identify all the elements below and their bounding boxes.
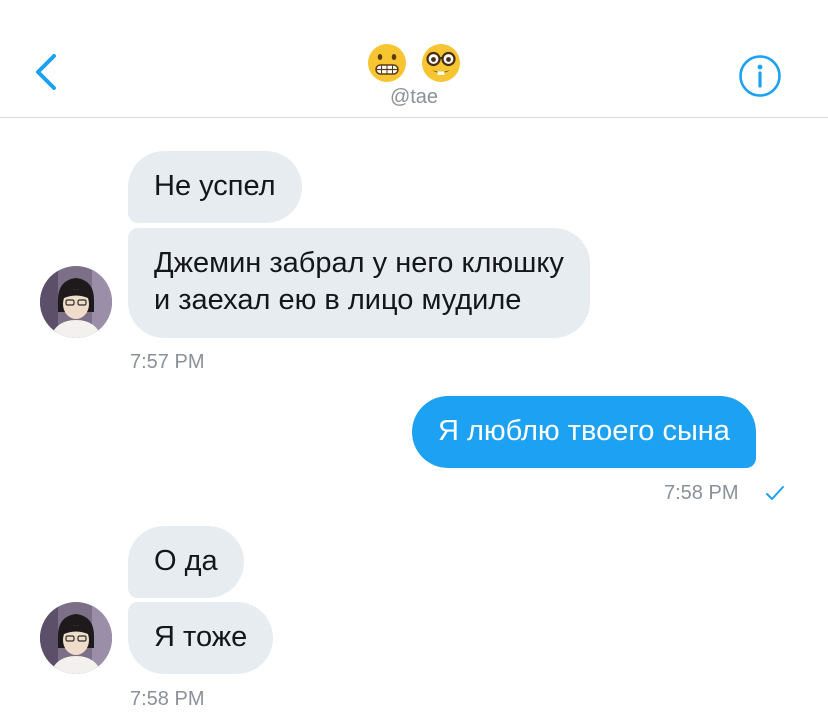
message-timestamp: 7:58 PM	[664, 482, 739, 504]
avatar-photo	[40, 602, 112, 674]
message-text: Я тоже	[154, 621, 248, 653]
message-bubble-incoming[interactable]: Джемин забрал у него клюшку и заехал ею …	[128, 228, 590, 338]
message-text: Я люблю твоего сына	[438, 415, 730, 447]
message-bubble-incoming[interactable]: О да	[128, 526, 244, 598]
avatar-photo	[40, 266, 112, 338]
avatar[interactable]	[40, 602, 112, 674]
message-timestamp: 7:57 PM	[130, 351, 205, 373]
conversation-header: @tae	[0, 0, 828, 118]
message-bubble-outgoing[interactable]: Я люблю твоего сына	[412, 396, 756, 468]
message-bubble-incoming[interactable]: Не успел	[128, 151, 302, 223]
message-bubble-incoming[interactable]: Я тоже	[128, 602, 274, 674]
message-text-line: и заехал ею в лицо мудиле	[154, 284, 522, 316]
message-text: Не успел	[154, 170, 276, 202]
conversation-handle: @tae	[389, 86, 439, 108]
nerd-face-icon	[422, 43, 461, 82]
message-text-line: Джемин забрал у него клюшку	[154, 247, 564, 279]
message-text: О да	[154, 545, 218, 577]
grimacing-face-icon	[367, 43, 406, 82]
info-button[interactable]	[738, 54, 782, 98]
info-icon	[739, 55, 781, 97]
message-timestamp: 7:58 PM	[130, 688, 205, 710]
checkmark-icon	[766, 486, 784, 500]
conversation-title[interactable]	[0, 38, 828, 83]
avatar[interactable]	[40, 266, 112, 338]
